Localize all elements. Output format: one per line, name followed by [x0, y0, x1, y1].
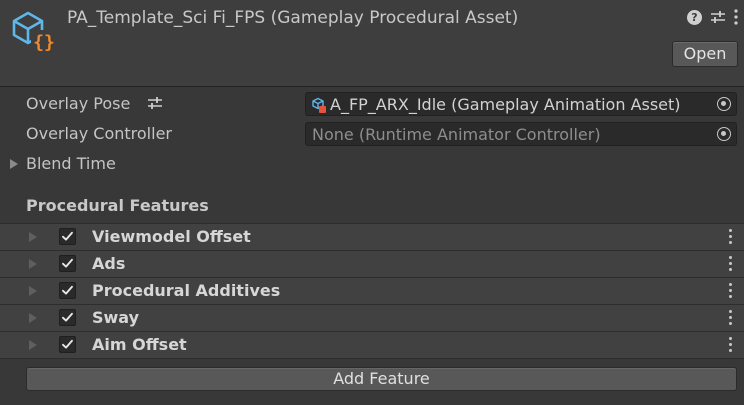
sliders-icon[interactable] [710, 10, 726, 24]
checkmark-icon [62, 231, 73, 241]
expand-arrow-icon[interactable] [29, 340, 37, 350]
procedural-features-title: Procedural Features [26, 196, 209, 215]
cube-braces-icon: {} [12, 11, 57, 53]
more-vertical-icon[interactable] [729, 283, 733, 299]
feature-enabled-checkbox[interactable] [59, 228, 76, 245]
feature-enabled-checkbox[interactable] [59, 282, 76, 299]
expand-arrow-icon[interactable] [29, 286, 37, 296]
more-vertical-icon[interactable] [729, 229, 733, 245]
procedural-features-list: Viewmodel Offset Ads Procedural Additive… [0, 223, 744, 359]
more-vertical-icon[interactable] [734, 9, 738, 25]
animation-asset-icon [312, 97, 326, 113]
checkmark-icon [62, 312, 73, 322]
feature-enabled-checkbox[interactable] [59, 309, 76, 326]
asset-title: PA_Template_Sci Fi_FPS (Gameplay Procedu… [67, 8, 519, 28]
overlay-controller-label: Overlay Controller [26, 124, 172, 143]
more-vertical-icon[interactable] [729, 337, 733, 353]
feature-enabled-checkbox[interactable] [59, 255, 76, 272]
expand-arrow-icon[interactable] [29, 259, 37, 269]
checkmark-icon [62, 258, 73, 268]
feature-label: Aim Offset [92, 335, 187, 354]
more-vertical-icon[interactable] [729, 256, 733, 272]
feature-row[interactable]: Procedural Additives [0, 277, 744, 304]
feature-row[interactable]: Viewmodel Offset [0, 223, 744, 250]
sliders-icon[interactable] [147, 96, 163, 110]
more-vertical-icon[interactable] [729, 310, 733, 326]
object-picker-icon[interactable] [717, 97, 731, 111]
checkmark-icon [62, 339, 73, 349]
overlay-pose-field[interactable]: A_FP_ARX_Idle (Gameplay Animation Asset) [305, 92, 737, 116]
checkmark-icon [62, 285, 73, 295]
feature-row[interactable]: Sway [0, 304, 744, 331]
blend-time-foldout[interactable]: Blend Time [0, 151, 744, 177]
inspector-header: {} PA_Template_Sci Fi_FPS (Gameplay Proc… [0, 0, 744, 87]
overlay-controller-value: None (Runtime Animator Controller) [312, 125, 601, 144]
feature-row[interactable]: Aim Offset [0, 331, 744, 359]
overlay-pose-value: A_FP_ARX_Idle (Gameplay Animation Asset) [330, 95, 681, 114]
expand-arrow-icon[interactable] [29, 313, 37, 323]
overlay-pose-row: Overlay Pose A_FP_ARX_Idle (Gameplay Ani… [0, 91, 744, 117]
blend-time-label: Blend Time [26, 154, 116, 173]
object-picker-icon[interactable] [717, 127, 731, 141]
help-icon[interactable]: ? [687, 9, 702, 25]
svg-text:{}: {} [33, 32, 55, 53]
overlay-controller-field[interactable]: None (Runtime Animator Controller) [305, 122, 737, 146]
add-feature-button[interactable]: Add Feature [26, 367, 737, 391]
feature-row[interactable]: Ads [0, 250, 744, 277]
feature-label: Sway [92, 308, 140, 327]
expand-arrow-icon[interactable] [29, 232, 37, 242]
overlay-controller-row: Overlay Controller None (Runtime Animato… [0, 121, 744, 147]
feature-label: Procedural Additives [92, 281, 281, 300]
feature-label: Ads [92, 254, 126, 273]
feature-enabled-checkbox[interactable] [59, 336, 76, 353]
foldout-arrow-icon[interactable] [10, 159, 18, 169]
overlay-pose-label: Overlay Pose [26, 94, 131, 113]
open-button[interactable]: Open [672, 41, 738, 67]
feature-label: Viewmodel Offset [92, 227, 251, 246]
